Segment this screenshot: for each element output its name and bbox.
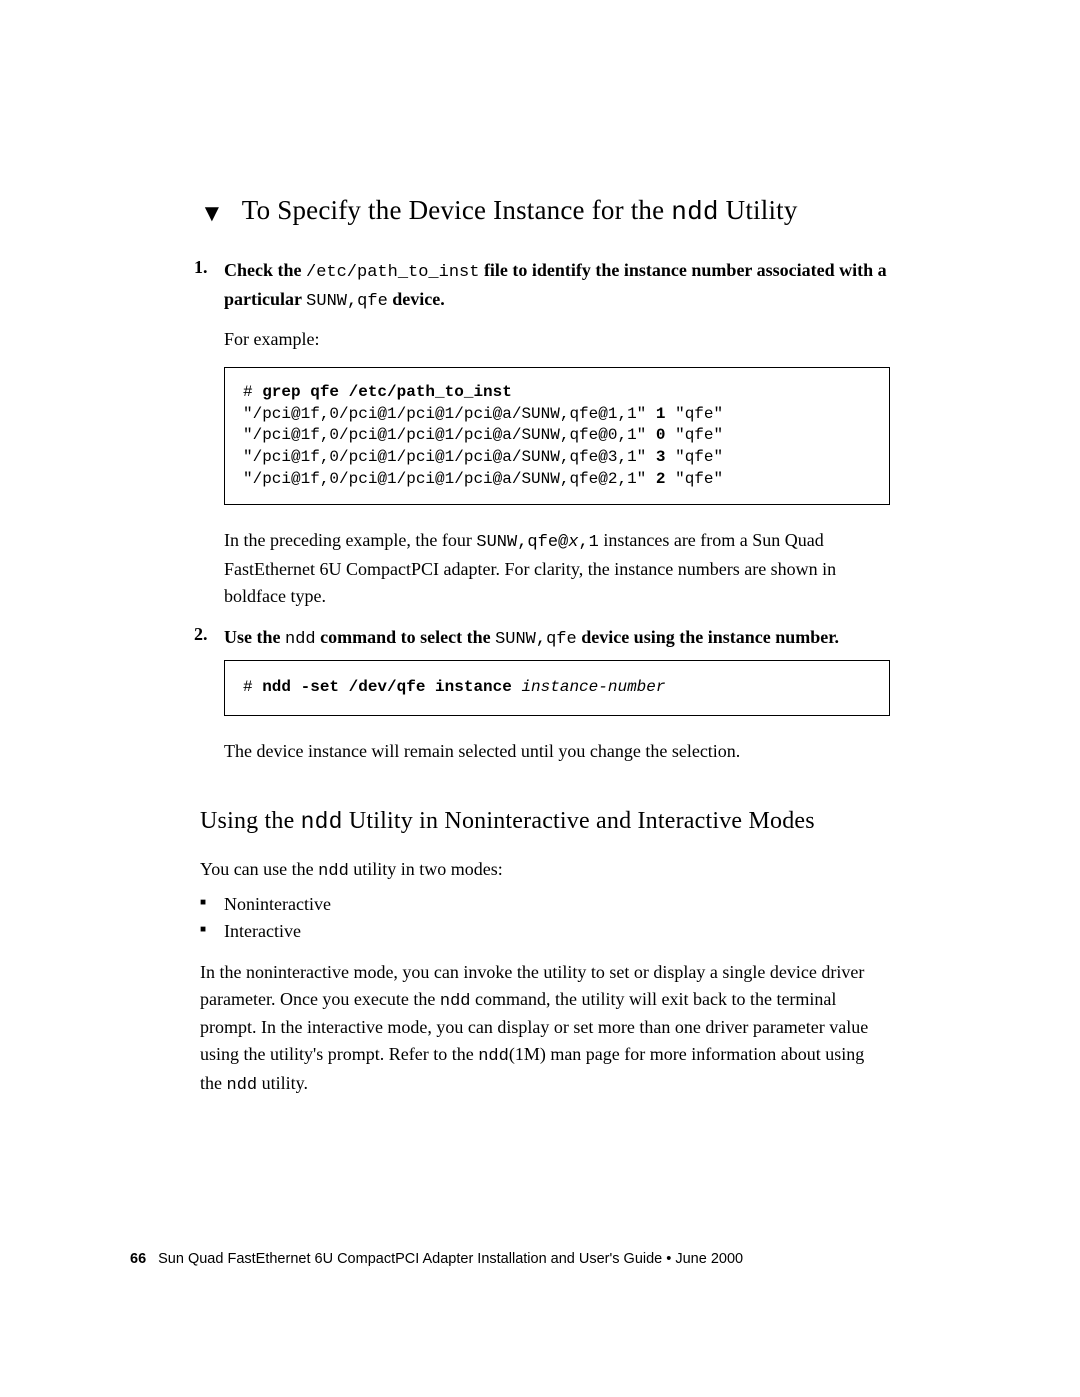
step1-lead-mono2: SUNW,qfe [306,292,388,311]
modes-paragraph: In the noninteractive mode, you can invo… [200,959,890,1099]
sub-heading: Using the ndd Utility in Noninteractive … [200,805,890,838]
step2-lead-post: device using the instance number. [577,627,839,647]
step1-after: In the preceding example, the four SUNW,… [224,527,890,610]
step2-lead-mid: command to select the [316,627,495,647]
page-footer: 66 Sun Quad FastEthernet 6U CompactPCI Ad… [130,1251,743,1267]
steps-list: 1. Check the /etc/path_to_inst file to i… [194,257,890,765]
heading-mono: ndd [671,197,718,227]
step2-lead-mono2: SUNW,qfe [495,630,577,649]
code1-line1-tail: "qfe" [665,426,723,444]
code2-prefix: # [243,678,262,696]
document-page: ▼ To Specify the Device Instance for the… [0,0,1080,1397]
bullet-interactive: Interactive [200,918,890,945]
step-number: 2. [194,624,208,645]
code1-line3-path: "/pci@1f,0/pci@1/pci@1/pci@a/SUNW,qfe@2,… [243,470,656,488]
sub-mono: ndd [301,809,343,835]
code1-line2-path: "/pci@1f,0/pci@1/pci@1/pci@a/SUNW,qfe@3,… [243,448,656,466]
step1-after-mono1: SUNW,qfe@ [476,533,568,552]
step1-lead-pre: Check the [224,260,306,280]
bullet-noninteractive: Noninteractive [200,891,890,918]
step2-lead-mono1: ndd [285,630,316,649]
modes-intro: You can use the ndd utility in two modes… [200,856,890,885]
code1-cmd: grep qfe /etc/path_to_inst [262,383,512,401]
section-heading: To Specify the Device Instance for the n… [242,195,798,227]
mp-m2: ndd [478,1047,509,1066]
modes-bullet-list: Noninteractive Interactive [200,891,890,945]
sub-post: Utility in Noninteractive and Interactiv… [343,808,815,834]
step-1: 1. Check the /etc/path_to_inst file to i… [194,257,890,610]
code1-prefix: # [243,383,262,401]
modes-intro-mono: ndd [318,862,349,881]
step-2-lead: Use the ndd command to select the SUNW,q… [224,624,890,653]
page-number: 66 [130,1251,146,1267]
footer-title: Sun Quad FastEthernet 6U CompactPCI Adap… [158,1251,743,1267]
step1-after-monoi: x [568,533,578,552]
code2-cmd: ndd -set /dev/qfe instance [262,678,512,696]
code-block-1: # grep qfe /etc/path_to_inst "/pci@1f,0/… [224,367,890,505]
mp-m3: ndd [227,1076,258,1095]
step2-lead-pre: Use the [224,627,285,647]
section-heading-row: ▼ To Specify the Device Instance for the… [200,195,890,227]
code-block-2: # ndd -set /dev/qfe instance instance-nu… [224,660,890,716]
code2-arg: instance-number [512,678,666,696]
step-2: 2. Use the ndd command to select the SUN… [194,624,890,765]
step1-after-mono2: ,1 [578,533,598,552]
step2-after: The device instance will remain selected… [224,738,890,765]
code1-line2-tail: "qfe" [665,448,723,466]
step1-lead-mono: /etc/path_to_inst [306,263,479,282]
code1-line3-tail: "qfe" [665,470,723,488]
for-example: For example: [224,326,890,353]
sub-pre: Using the [200,808,301,834]
down-triangle-icon: ▼ [200,202,224,226]
mp-p4: utility. [257,1073,308,1093]
step1-lead-post: device. [388,289,445,309]
code1-line0-tail: "qfe" [665,405,723,423]
heading-pre: To Specify the Device Instance for the [242,195,672,225]
code1-line1-path: "/pci@1f,0/pci@1/pci@1/pci@a/SUNW,qfe@0,… [243,426,656,444]
mp-m1: ndd [440,992,471,1011]
heading-post: Utility [719,195,798,225]
modes-intro-post: utility in two modes: [349,859,503,879]
code1-line0-path: "/pci@1f,0/pci@1/pci@1/pci@a/SUNW,qfe@1,… [243,405,656,423]
step-1-lead: Check the /etc/path_to_inst file to iden… [224,257,890,314]
step-number: 1. [194,257,208,278]
modes-intro-pre: You can use the [200,859,318,879]
step1-after-pre: In the preceding example, the four [224,530,476,550]
